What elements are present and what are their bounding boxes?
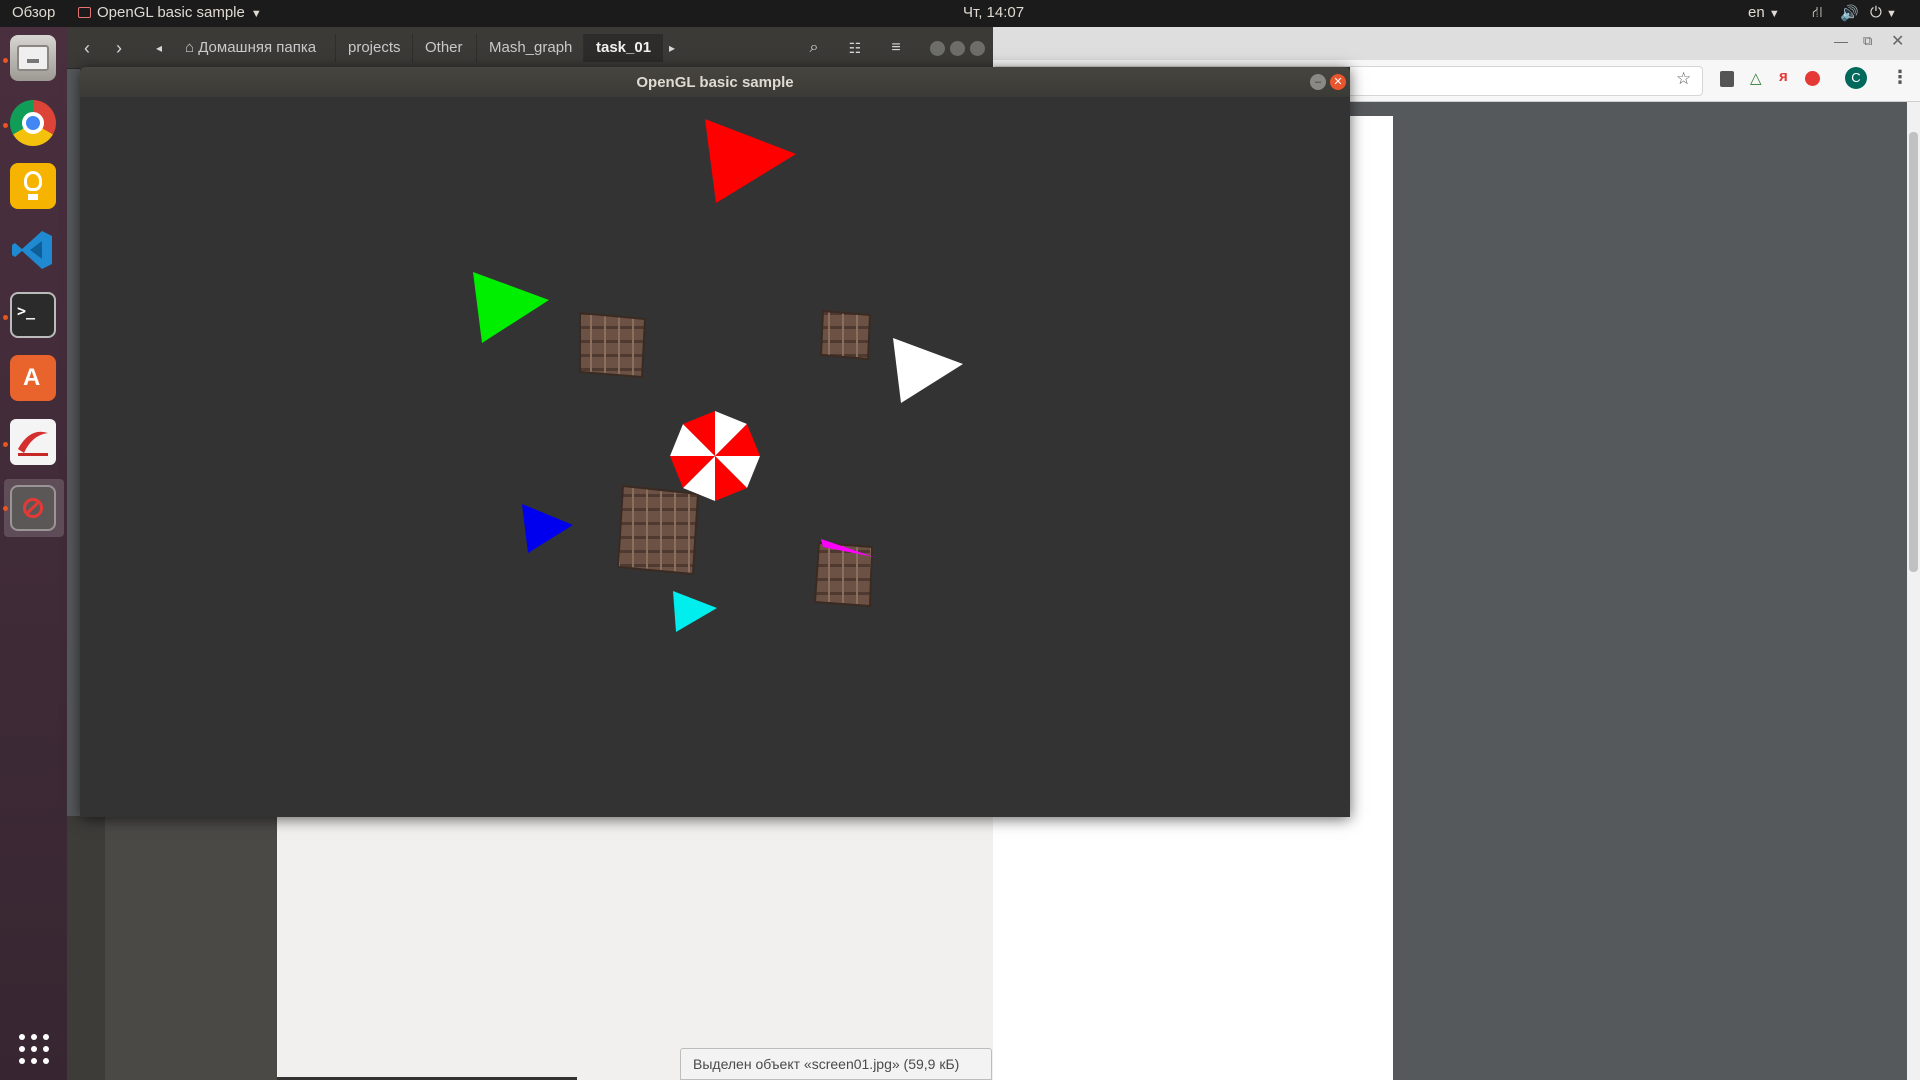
- running-indicator: [3, 123, 8, 128]
- document-viewer-icon[interactable]: [10, 419, 56, 465]
- star-icon[interactable]: ☆: [1676, 69, 1691, 89]
- opengl-viewport[interactable]: [80, 97, 1350, 817]
- green-triangle: [473, 272, 549, 343]
- crumb-other[interactable]: Other: [412, 34, 475, 62]
- power-icon[interactable]: ⏻ ▼: [1870, 4, 1897, 21]
- vscode-icon[interactable]: [10, 227, 56, 273]
- chrome-menu-icon[interactable]: ⋮: [1891, 67, 1909, 88]
- wooden-crate: [813, 541, 874, 608]
- running-indicator: [3, 315, 8, 320]
- file-manager-body: [67, 816, 993, 1080]
- maximize-button[interactable]: [950, 41, 965, 56]
- search-icon[interactable]: ⌕: [800, 34, 828, 62]
- restore-icon[interactable]: ⧉: [1863, 33, 1872, 49]
- lightbulb-icon[interactable]: [10, 163, 56, 209]
- running-indicator: [3, 442, 8, 447]
- forward-button[interactable]: ›: [105, 34, 133, 62]
- terminal-icon[interactable]: >_: [10, 292, 56, 338]
- minimize-button[interactable]: –: [1310, 74, 1326, 90]
- file-manager-headerbar: ‹ › ◂ ⌂ Домашняя папка projects Other Ma…: [67, 27, 993, 69]
- activities-button[interactable]: Обзор: [12, 4, 55, 21]
- back-button[interactable]: ‹: [73, 34, 101, 62]
- dock: >_ A: [0, 27, 67, 1080]
- language-label: en: [1748, 4, 1765, 21]
- close-icon[interactable]: ✕: [1891, 31, 1904, 51]
- language-indicator[interactable]: en ▼: [1748, 4, 1780, 21]
- running-indicator: [3, 506, 8, 511]
- crumb-home[interactable]: ⌂ Домашняя папка: [173, 34, 328, 62]
- scrollbar[interactable]: [1907, 102, 1920, 1080]
- network-icon[interactable]: ⛙: [1812, 4, 1823, 23]
- close-button[interactable]: [970, 41, 985, 56]
- running-indicator: [3, 58, 8, 63]
- extension-shield-icon[interactable]: [1720, 71, 1734, 87]
- app-menu[interactable]: OpenGL basic sample ▼: [78, 4, 262, 21]
- files-icon[interactable]: [10, 35, 56, 81]
- crumb-mash-graph[interactable]: Mash_graph: [476, 34, 584, 62]
- top-panel: Обзор OpenGL basic sample ▼ Чт, 14:07 en …: [0, 0, 1920, 27]
- chevron-down-icon: ▼: [1768, 8, 1780, 20]
- file-manager-sidebar: [67, 816, 277, 1080]
- red-triangle: [705, 119, 796, 203]
- minimize-icon[interactable]: —: [1834, 33, 1848, 49]
- blue-triangle: [522, 504, 573, 553]
- wooden-crate: [616, 484, 700, 576]
- clock[interactable]: Чт, 14:07: [963, 4, 1024, 21]
- view-options-icon[interactable]: ☷: [841, 34, 869, 62]
- extension-red-icon[interactable]: [1805, 71, 1820, 86]
- wooden-crate: [819, 309, 872, 361]
- extension-drive-icon[interactable]: △: [1750, 69, 1762, 87]
- white-triangle: [893, 338, 963, 403]
- software-center-icon[interactable]: A: [10, 355, 56, 401]
- wooden-crate: [579, 311, 647, 379]
- minimize-button[interactable]: [930, 41, 945, 56]
- crumb-scroll-left-icon[interactable]: ◂: [145, 34, 173, 62]
- chevron-down-icon: ▼: [1886, 8, 1897, 20]
- cyan-triangle: [673, 591, 717, 632]
- crumb-scroll-right-icon[interactable]: ▸: [658, 34, 686, 62]
- opengl-app-icon[interactable]: [10, 485, 56, 531]
- window-title: OpenGL basic sample: [636, 74, 794, 91]
- yandex-icon[interactable]: я: [1779, 68, 1788, 85]
- scrollbar-thumb[interactable]: [1909, 132, 1918, 572]
- app-menu-icon: [78, 7, 91, 18]
- menu-icon[interactable]: ≡: [882, 34, 910, 62]
- volume-icon[interactable]: 🔊: [1840, 4, 1859, 22]
- red-white-umbrella-disc: [670, 411, 760, 501]
- crumb-projects[interactable]: projects: [335, 34, 413, 62]
- profile-avatar[interactable]: C: [1845, 67, 1867, 89]
- app-menu-label: OpenGL basic sample: [97, 4, 245, 21]
- status-message: Выделен объект «screen01.jpg» (59,9 кБ): [680, 1048, 992, 1080]
- opengl-titlebar[interactable]: OpenGL basic sample – ✕: [80, 67, 1350, 97]
- show-apps-icon[interactable]: [18, 1033, 50, 1070]
- opengl-window: OpenGL basic sample – ✕: [80, 67, 1350, 817]
- chrome-icon[interactable]: [10, 100, 56, 146]
- home-icon: ⌂: [185, 39, 199, 56]
- crumb-task-01[interactable]: task_01: [583, 34, 664, 62]
- close-button[interactable]: ✕: [1330, 74, 1346, 90]
- chrome-tabstrip: — ⧉ ✕: [993, 27, 1920, 60]
- chevron-down-icon: ▼: [250, 8, 262, 20]
